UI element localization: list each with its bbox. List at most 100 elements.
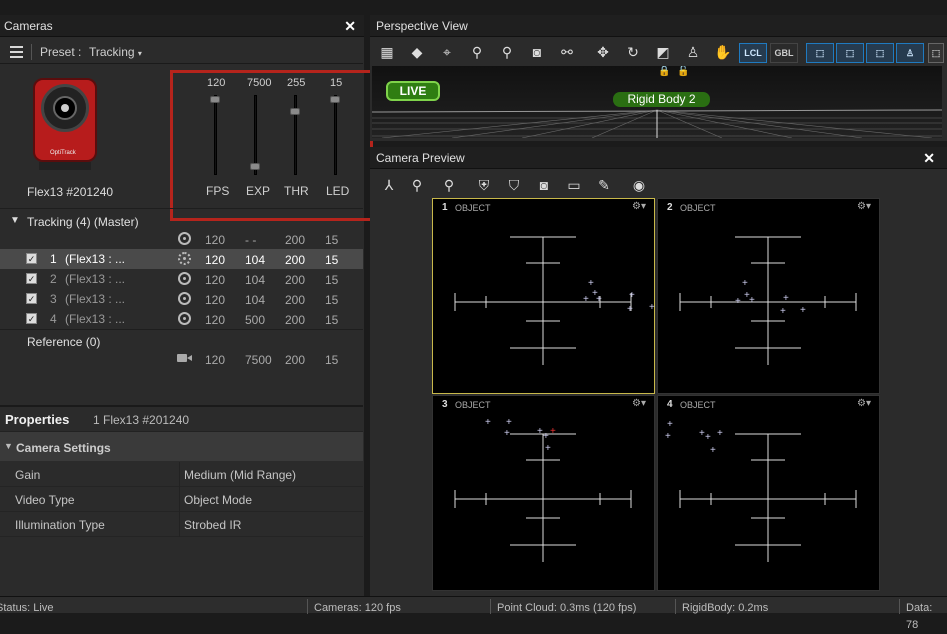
camera-view-4[interactable]: 4 OBJECT ⚙▾ + + + + + + xyxy=(657,395,880,591)
camera-row-4[interactable]: ✓ 4 (Flex13 : ... 120 500 200 15 xyxy=(0,309,363,329)
local-button[interactable]: LCL xyxy=(739,43,767,63)
collapse-arrow-icon[interactable]: ▼ xyxy=(10,215,20,226)
checkbox[interactable]: ✓ xyxy=(26,273,37,284)
camera-view-1[interactable]: 1 OBJECT ⚙▾ + + + + + + + xyxy=(432,198,655,394)
unlock-icon: 🔓 xyxy=(677,66,690,77)
reference-row: 120 7500 200 15 xyxy=(0,349,363,369)
checkbox[interactable]: ✓ xyxy=(26,313,37,324)
close-icon[interactable]: ✕ xyxy=(923,147,935,169)
camera-name: (Flex13 : ... xyxy=(65,272,126,286)
camera-name: (Flex13 : ... xyxy=(65,292,126,306)
group-exp: - - xyxy=(245,233,257,247)
camera-fps: 120 xyxy=(205,273,226,287)
rigid-body-label[interactable]: Rigid Body 2 xyxy=(613,92,710,107)
camera-led: 15 xyxy=(325,313,339,327)
target-icon[interactable] xyxy=(178,252,191,265)
property-row-gain[interactable]: Gain Medium (Mid Range) xyxy=(0,462,363,487)
select-skeleton-button[interactable]: ♙ xyxy=(896,43,924,63)
cameras-toolbar: Preset : Tracking ▾ xyxy=(0,40,363,64)
grid-icon[interactable]: ▦ xyxy=(378,43,396,61)
frame-icon[interactable]: ▭ xyxy=(565,176,583,194)
skeleton-icon[interactable]: ♙ xyxy=(684,43,702,61)
properties-subtitle: 1 Flex13 #201240 xyxy=(93,413,190,427)
camera-row-3[interactable]: ✓ 3 (Flex13 : ... 120 104 200 15 xyxy=(0,289,363,309)
reference-exp: 7500 xyxy=(245,353,272,367)
camera-row-1[interactable]: ✓ 1 (Flex13 : ... 120 104 200 15 xyxy=(0,249,363,269)
more-button[interactable]: ⬚ xyxy=(928,43,944,63)
highlight-box xyxy=(170,70,373,221)
preset-value: Tracking xyxy=(89,45,135,59)
zoom-fit-icon[interactable]: ⚲ xyxy=(408,176,426,194)
record-icon[interactable]: ◙ xyxy=(535,176,553,194)
close-icon[interactable]: ✕ xyxy=(344,15,356,37)
camera-settings-section[interactable]: ▼ Camera Settings xyxy=(0,431,363,461)
hand-icon[interactable]: ✋ xyxy=(714,43,732,61)
viewport-3d[interactable]: LIVE 🔒 🔓 Rigid Body 2 xyxy=(372,66,942,138)
cameras-fps: Cameras: 120 fps xyxy=(314,602,401,614)
eye-icon[interactable]: ◉ xyxy=(630,176,648,194)
global-button[interactable]: GBL xyxy=(770,43,798,63)
group-thr: 200 xyxy=(285,233,306,247)
camera-thr: 200 xyxy=(285,293,306,307)
menu-icon[interactable] xyxy=(10,46,23,58)
perspective-toolbar: ▦ ◆ ⌖ ⚲ ⚲ ◙ ⚯ ✥ ↻ ◩ ♙ ✋ LCL GBL ⬚ ⬚ ⬚ ♙ … xyxy=(372,40,947,66)
camera-fps: 120 xyxy=(205,293,226,307)
move-icon[interactable]: ✥ xyxy=(594,43,612,61)
cameras-title: Cameras xyxy=(4,19,53,33)
zoom-icon[interactable]: ⚲ xyxy=(440,176,458,194)
shield-add-icon[interactable]: ⛨ xyxy=(475,176,493,194)
select-rigid-button[interactable]: ⬚ xyxy=(866,43,894,63)
shield-remove-icon[interactable]: ⛉ xyxy=(505,176,523,194)
rigid-body-name: Rigid Body 2 xyxy=(627,92,696,106)
preset-label: Preset : xyxy=(40,45,82,59)
target-icon[interactable] xyxy=(178,292,191,305)
camera-num: 4 xyxy=(50,312,57,326)
camera-num: 1 xyxy=(50,252,57,266)
collapse-arrow-icon: ▼ xyxy=(4,441,13,451)
video-camera-icon[interactable] xyxy=(177,353,192,363)
chevron-down-icon: ▾ xyxy=(137,49,142,58)
select-cameras-button[interactable]: ⬚ xyxy=(836,43,864,63)
axis-icon[interactable]: ⅄ xyxy=(380,176,398,194)
camera-view-3[interactable]: 3 OBJECT ⚙▾ + + + + + + + xyxy=(432,395,655,591)
crosshair xyxy=(679,236,857,365)
camera-device-image: OptiTrack xyxy=(33,78,97,174)
property-key: Illumination Type xyxy=(15,518,105,532)
zoom-fit-icon[interactable]: ⚲ xyxy=(498,43,516,61)
camera-name: (Flex13 : ... xyxy=(65,252,126,266)
camera-icon[interactable]: ◙ xyxy=(528,43,546,61)
camera-exp: 500 xyxy=(245,313,266,327)
property-row-illumination[interactable]: Illumination Type Strobed IR xyxy=(0,512,363,537)
zoom-icon[interactable]: ⚲ xyxy=(468,43,486,61)
checkbox[interactable]: ✓ xyxy=(26,253,37,264)
camera-fps: 120 xyxy=(205,313,226,327)
property-key: Video Type xyxy=(15,493,75,507)
brush-icon[interactable]: ✎ xyxy=(595,176,613,194)
camera-view-2[interactable]: 2 OBJECT ⚙▾ + + + + + + + xyxy=(657,198,880,394)
reference-title: Reference (0) xyxy=(27,335,101,349)
camera-thr: 200 xyxy=(285,313,306,327)
checkbox[interactable]: ✓ xyxy=(26,293,37,304)
camera-fps: 120 xyxy=(205,253,226,267)
target-icon[interactable] xyxy=(178,272,191,285)
nodes-icon[interactable]: ⚯ xyxy=(558,43,576,61)
preview-toolbar: ⅄ ⚲ ⚲ ⛨ ⛉ ◙ ▭ ✎ ◉ xyxy=(372,172,947,198)
property-row-video-type[interactable]: Video Type Object Mode xyxy=(0,487,363,512)
property-key: Gain xyxy=(15,468,41,482)
preset-dropdown[interactable]: Tracking ▾ xyxy=(89,45,142,59)
camera-led: 15 xyxy=(325,273,339,287)
target-icon[interactable] xyxy=(178,312,191,325)
live-badge[interactable]: LIVE xyxy=(386,81,440,101)
lock-icon: 🔒 xyxy=(658,66,671,77)
select-markers-button[interactable]: ⬚ xyxy=(806,43,834,63)
property-value: Strobed IR xyxy=(184,518,242,532)
camera-row-2[interactable]: ✓ 2 (Flex13 : ... 120 104 200 15 xyxy=(0,269,363,289)
preview-title: Camera Preview xyxy=(376,151,465,165)
target-zoom-icon[interactable]: ⌖ xyxy=(438,43,456,61)
rotate-icon[interactable]: ↻ xyxy=(624,43,642,61)
scale-icon[interactable]: ◩ xyxy=(654,43,672,61)
camera-exp: 104 xyxy=(245,293,266,307)
cube-icon[interactable]: ◆ xyxy=(408,43,426,61)
live-text: LIVE xyxy=(399,84,427,98)
target-icon[interactable] xyxy=(178,232,191,245)
